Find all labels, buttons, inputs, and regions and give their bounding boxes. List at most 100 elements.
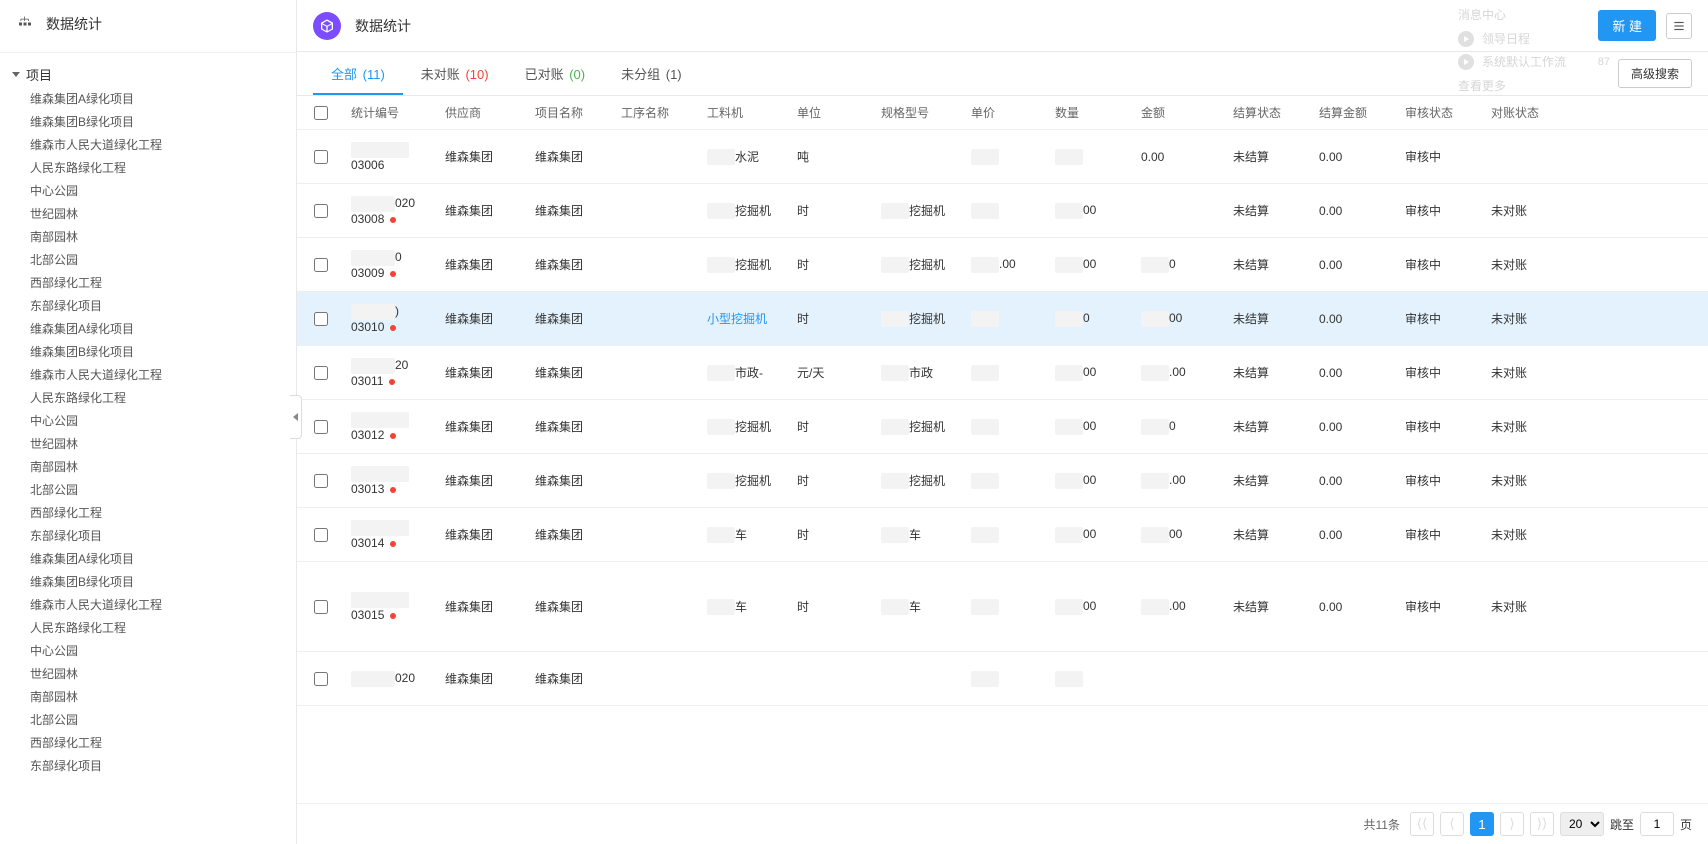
tree-item[interactable]: 西部绿化工程 — [0, 272, 296, 295]
tree-item[interactable]: 人民东路绿化工程 — [0, 617, 296, 640]
cell-supplier: 维森集团 — [439, 356, 529, 389]
table-row[interactable]: 03006维森集团维森集团水泥吨0.00未结算0.00审核中 — [297, 130, 1708, 184]
row-checkbox[interactable] — [314, 474, 328, 488]
tab-label: 未分组 — [621, 67, 660, 82]
row-checkbox[interactable] — [314, 420, 328, 434]
advanced-search-button[interactable]: 高级搜索 — [1618, 59, 1692, 88]
tree-root[interactable]: 项目 — [0, 61, 296, 88]
tree-item[interactable]: 维森集团A绿化项目 — [0, 548, 296, 571]
sidebar-collapse-handle[interactable] — [290, 395, 302, 439]
page-prev-button[interactable]: ⟨ — [1440, 812, 1464, 836]
col-header[interactable]: 项目名称 — [529, 96, 615, 129]
col-header[interactable]: 供应商 — [439, 96, 529, 129]
redacted-text — [1141, 599, 1169, 615]
col-header[interactable]: 结算金额 — [1313, 96, 1399, 129]
col-header[interactable]: 对账状态 — [1485, 96, 1569, 129]
table-row[interactable]: 003009 维森集团维森集团挖掘机时挖掘机.00000未结算0.00审核中未对… — [297, 238, 1708, 292]
page-next-button[interactable]: ⟩ — [1500, 812, 1524, 836]
cell-project: 维森集团 — [529, 410, 615, 443]
col-header[interactable]: 金额 — [1135, 96, 1227, 129]
tree-item[interactable]: 中心公园 — [0, 410, 296, 433]
col-header[interactable]: 规格型号 — [875, 96, 965, 129]
tree-item[interactable]: 维森市人民大道绿化工程 — [0, 364, 296, 387]
row-checkbox[interactable] — [314, 204, 328, 218]
tree-item[interactable]: 中心公园 — [0, 640, 296, 663]
tree-item[interactable]: 人民东路绿化工程 — [0, 157, 296, 180]
tab-count: (11) — [363, 67, 385, 82]
cell-project: 维森集团 — [529, 248, 615, 281]
tree-item[interactable]: 维森集团B绿化项目 — [0, 571, 296, 594]
tab[interactable]: 未分组 (1) — [603, 52, 700, 95]
page-size-select[interactable]: 20 — [1560, 812, 1604, 836]
tree-item[interactable]: 维森集团A绿化项目 — [0, 88, 296, 111]
status-dot-icon — [390, 613, 396, 619]
col-header[interactable]: 结算状态 — [1227, 96, 1313, 129]
material-link[interactable]: 小型挖掘机 — [707, 312, 767, 326]
col-header[interactable]: 统计编号 — [345, 96, 439, 129]
tab[interactable]: 已对账 (0) — [507, 52, 604, 95]
tree-item[interactable]: 西部绿化工程 — [0, 502, 296, 525]
tree-item[interactable]: 人民东路绿化工程 — [0, 387, 296, 410]
tree-item[interactable]: 东部绿化项目 — [0, 525, 296, 548]
cell-material: 小型挖掘机 — [701, 302, 791, 335]
row-checkbox[interactable] — [314, 366, 328, 380]
page-first-button[interactable]: ⟨⟨ — [1410, 812, 1434, 836]
tree-item[interactable]: 东部绿化项目 — [0, 755, 296, 778]
col-header[interactable]: 单位 — [791, 96, 875, 129]
tree-root-label: 项目 — [26, 65, 52, 84]
col-header[interactable]: 工料机 — [701, 96, 791, 129]
redacted-text — [707, 257, 735, 273]
sidebar-tree: 项目 维森集团A绿化项目维森集团B绿化项目维森市人民大道绿化工程人民东路绿化工程… — [0, 53, 296, 844]
table-row[interactable]: 03015 维森集团维森集团车时车00.00未结算0.00审核中未对账 — [297, 562, 1708, 652]
table-row[interactable]: 03013 维森集团维森集团挖掘机时挖掘机00.00未结算0.00审核中未对账 — [297, 454, 1708, 508]
tree-item[interactable]: 东部绿化项目 — [0, 295, 296, 318]
tree-item[interactable]: 西部绿化工程 — [0, 732, 296, 755]
table-row[interactable]: 2003011 维森集团维森集团市政-元/天市政00.00未结算0.00审核中未… — [297, 346, 1708, 400]
tree-item[interactable]: 北部公园 — [0, 479, 296, 502]
tree-item[interactable]: 维森集团B绿化项目 — [0, 111, 296, 134]
col-header[interactable]: 单价 — [965, 96, 1049, 129]
tree-item[interactable]: 南部园林 — [0, 456, 296, 479]
row-checkbox[interactable] — [314, 672, 328, 686]
select-all-checkbox[interactable] — [314, 106, 328, 120]
tree-item[interactable]: 南部园林 — [0, 226, 296, 249]
tree-item[interactable]: 世纪园林 — [0, 663, 296, 686]
table-row[interactable]: 03014 维森集团维森集团车时车0000未结算0.00审核中未对账 — [297, 508, 1708, 562]
col-header[interactable]: 数量 — [1049, 96, 1135, 129]
row-checkbox[interactable] — [314, 528, 328, 542]
tree-item[interactable]: 维森市人民大道绿化工程 — [0, 134, 296, 157]
new-button[interactable]: 新 建 — [1598, 10, 1656, 41]
tree-item[interactable]: 维森集团A绿化项目 — [0, 318, 296, 341]
page-last-button[interactable]: ⟩⟩ — [1530, 812, 1554, 836]
cell-amount: .00 — [1135, 591, 1227, 623]
cell-settle-status: 未结算 — [1227, 356, 1313, 389]
tree-item[interactable]: 维森集团B绿化项目 — [0, 341, 296, 364]
cell-supplier: 维森集团 — [439, 140, 529, 173]
page-number-button[interactable]: 1 — [1470, 812, 1494, 836]
menu-button[interactable] — [1666, 13, 1692, 39]
jump-page-input[interactable] — [1640, 812, 1674, 836]
table-row[interactable]: )03010 维森集团维森集团小型挖掘机时挖掘机000未结算0.00审核中未对账 — [297, 292, 1708, 346]
tree-item[interactable]: 北部公园 — [0, 249, 296, 272]
cell-audit-status: 审核中 — [1399, 518, 1485, 551]
col-header[interactable]: 审核状态 — [1399, 96, 1485, 129]
row-checkbox[interactable] — [314, 150, 328, 164]
row-checkbox[interactable] — [314, 258, 328, 272]
redacted-text — [351, 520, 409, 536]
row-checkbox[interactable] — [314, 312, 328, 326]
cell-spec — [875, 671, 965, 687]
tree-item[interactable]: 维森市人民大道绿化工程 — [0, 594, 296, 617]
table-row[interactable]: 03012 维森集团维森集团挖掘机时挖掘机000未结算0.00审核中未对账 — [297, 400, 1708, 454]
tab[interactable]: 全部 (11) — [313, 52, 403, 95]
cell-amount: 0.00 — [1135, 142, 1227, 172]
tree-item[interactable]: 北部公园 — [0, 709, 296, 732]
table-row[interactable]: 020维森集团维森集团 — [297, 652, 1708, 706]
tree-item[interactable]: 世纪园林 — [0, 433, 296, 456]
row-checkbox[interactable] — [314, 600, 328, 614]
table-row[interactable]: 02003008 维森集团维森集团挖掘机时挖掘机00未结算0.00审核中未对账 — [297, 184, 1708, 238]
tree-item[interactable]: 南部园林 — [0, 686, 296, 709]
tree-item[interactable]: 中心公园 — [0, 180, 296, 203]
tab[interactable]: 未对账 (10) — [403, 52, 507, 95]
col-header[interactable]: 工序名称 — [615, 96, 701, 129]
tree-item[interactable]: 世纪园林 — [0, 203, 296, 226]
